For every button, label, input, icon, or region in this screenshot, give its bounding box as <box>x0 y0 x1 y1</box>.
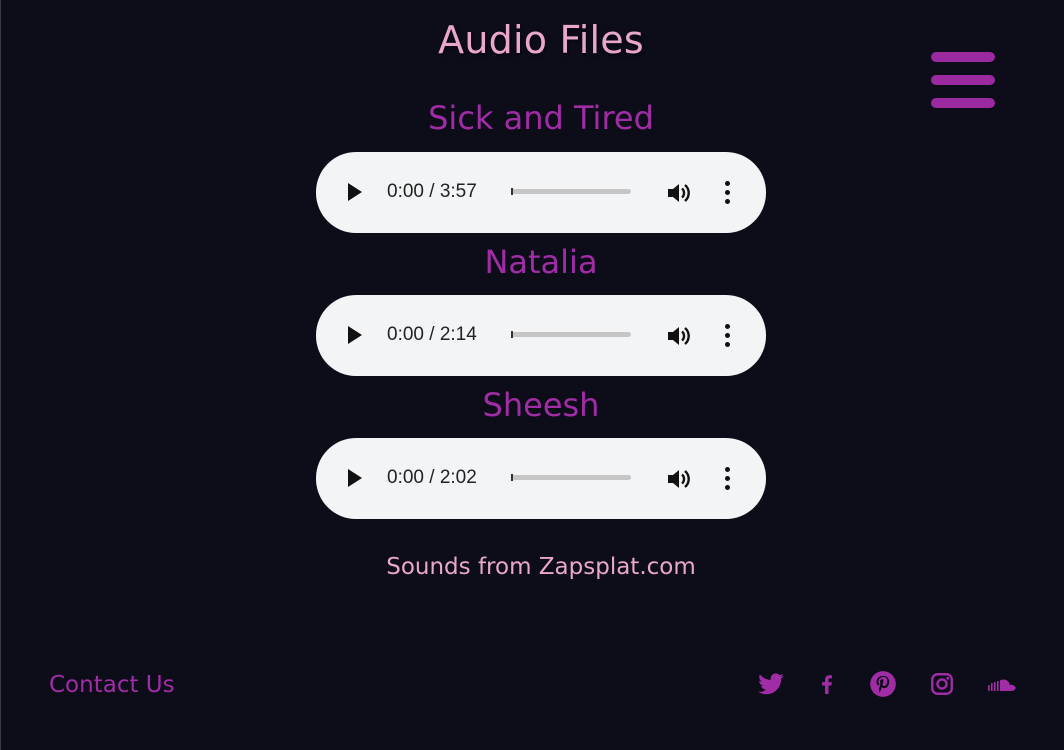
track-title: Sheesh <box>482 386 600 424</box>
twitter-icon[interactable] <box>757 670 789 698</box>
audio-player: 0:00 / 2:14 <box>316 295 766 376</box>
menu-icon-bar <box>931 75 995 85</box>
time-display: 0:00 / 2:14 <box>387 324 477 345</box>
menu-icon-bar <box>931 52 995 62</box>
page-title: Audio Files <box>438 18 644 62</box>
audio-player: 0:00 / 2:02 <box>316 438 766 519</box>
dot <box>725 467 730 472</box>
volume-icon[interactable] <box>666 181 692 205</box>
progress-knob <box>511 188 513 195</box>
progress-knob <box>511 331 513 338</box>
time-display: 0:00 / 2:02 <box>387 467 477 488</box>
more-options-icon[interactable] <box>720 466 734 492</box>
pinterest-icon[interactable] <box>869 670 901 698</box>
dot <box>725 333 730 338</box>
dot <box>725 485 730 490</box>
progress-slider[interactable] <box>511 188 631 195</box>
contact-us-link[interactable]: Contact Us <box>49 670 175 700</box>
play-icon[interactable] <box>348 469 362 487</box>
track-title: Natalia <box>484 243 598 281</box>
dot <box>725 476 730 481</box>
facebook-icon[interactable] <box>815 670 847 698</box>
volume-icon[interactable] <box>666 467 692 491</box>
soundcloud-icon[interactable] <box>987 670 1021 698</box>
play-icon[interactable] <box>348 326 362 344</box>
progress-slider[interactable] <box>511 474 631 481</box>
progress-slider[interactable] <box>511 331 631 338</box>
more-options-icon[interactable] <box>720 323 734 349</box>
progress-knob <box>511 474 513 481</box>
volume-icon[interactable] <box>666 324 692 348</box>
audio-player: 0:00 / 3:57 <box>316 152 766 233</box>
dot <box>725 199 730 204</box>
play-icon[interactable] <box>348 183 362 201</box>
more-options-icon[interactable] <box>720 180 734 206</box>
dot <box>725 342 730 347</box>
credit-text: Sounds from Zapsplat.com <box>386 554 696 580</box>
instagram-icon[interactable] <box>929 670 961 698</box>
time-display: 0:00 / 3:57 <box>387 181 477 202</box>
dot <box>725 181 730 186</box>
dot <box>725 324 730 329</box>
dot <box>725 190 730 195</box>
track-title: Sick and Tired <box>428 99 654 137</box>
